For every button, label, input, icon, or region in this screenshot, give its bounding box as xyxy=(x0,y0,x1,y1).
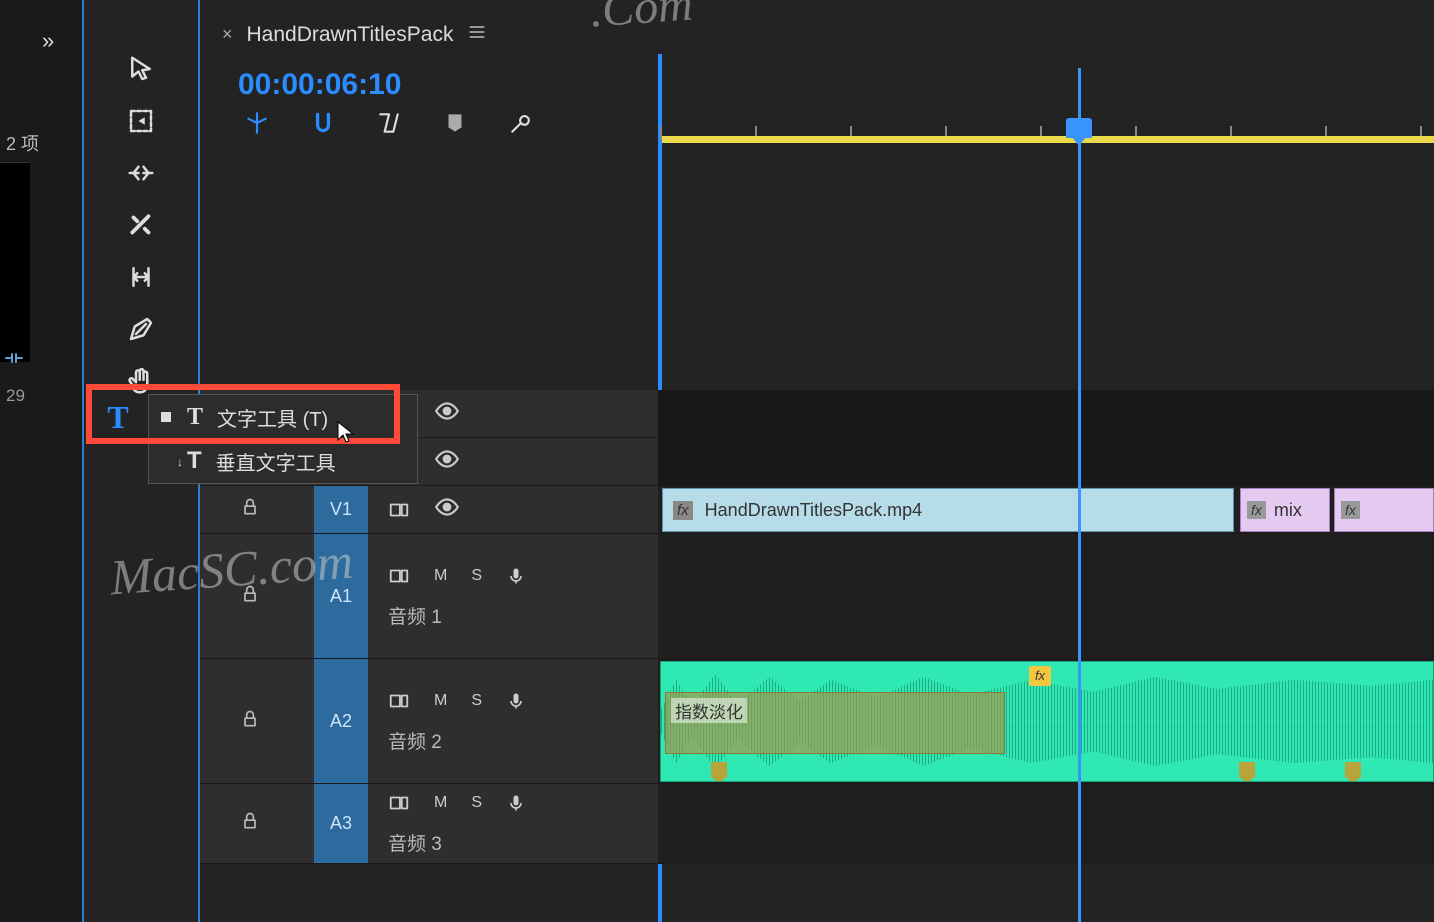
settings-icon[interactable] xyxy=(508,110,534,136)
sequence-tab[interactable]: × HandDrawnTitlesPack xyxy=(222,22,487,47)
insert-overwrite-icon[interactable] xyxy=(244,110,270,136)
video-clip-tail[interactable]: fx xyxy=(1334,488,1434,532)
track-label[interactable]: A3 xyxy=(314,784,368,863)
flyout-item-label: 垂直文字工具 xyxy=(216,447,336,476)
fx-badge[interactable]: fx xyxy=(1341,501,1360,519)
type-tool-flyout: T 文字工具 (T) ↓ T 垂直文字工具 xyxy=(148,394,418,484)
toggle-track-output-icon[interactable] xyxy=(434,494,460,526)
vertical-text-tool-icon: ↓ T xyxy=(187,447,202,475)
fx-badge[interactable]: fx xyxy=(1029,666,1051,686)
keyframe-marker-icon[interactable] xyxy=(1239,762,1255,778)
toggle-sync-icon[interactable] xyxy=(388,690,410,712)
cursor-icon xyxy=(336,420,356,449)
track-v3-body[interactable] xyxy=(658,390,1434,438)
frame-number-label: 29 xyxy=(6,386,25,406)
track-name: 音频 2 xyxy=(388,727,658,754)
work-area-bar[interactable] xyxy=(662,136,1434,143)
flyout-text-tool[interactable]: T 文字工具 (T) xyxy=(149,395,417,439)
fx-badge[interactable]: fx xyxy=(673,501,693,520)
voice-over-icon[interactable] xyxy=(506,564,526,588)
ruler-start-line xyxy=(658,54,1434,144)
track-select-forward-tool[interactable] xyxy=(118,98,164,144)
voice-over-icon[interactable] xyxy=(506,791,526,815)
flyout-vertical-text-tool[interactable]: ↓ T 垂直文字工具 xyxy=(149,439,417,483)
video-clip-mix[interactable]: fx mix xyxy=(1240,488,1330,532)
track-label[interactable]: A1 xyxy=(314,534,368,658)
toggle-sync-icon[interactable] xyxy=(388,565,410,587)
linked-selection-icon[interactable] xyxy=(376,110,402,136)
slip-tool[interactable] xyxy=(118,254,164,300)
marker-icon[interactable] xyxy=(442,110,468,136)
solo-button[interactable]: S xyxy=(471,567,482,585)
keyframe-marker-icon[interactable] xyxy=(1345,762,1361,778)
track-header-a1[interactable]: A1 M S 音频 1 xyxy=(200,534,658,659)
pen-tool[interactable] xyxy=(118,306,164,352)
mute-button[interactable]: M xyxy=(434,567,447,585)
playhead-line[interactable] xyxy=(1078,68,1081,922)
clip-name: mix xyxy=(1274,500,1302,521)
expand-panel-icon[interactable]: » xyxy=(42,28,54,54)
project-thumbnail[interactable] xyxy=(0,162,30,362)
close-tab-icon[interactable]: × xyxy=(222,24,233,45)
track-a3-body[interactable] xyxy=(658,784,1434,864)
playhead-handle[interactable] xyxy=(1066,118,1092,138)
selection-tool[interactable] xyxy=(118,46,164,92)
toggle-sync-icon[interactable] xyxy=(388,499,410,521)
timeline-toolbar xyxy=(244,110,534,136)
track-header-a3[interactable]: A3 M S 音频 3 xyxy=(200,784,658,864)
track-label[interactable]: A2 xyxy=(314,659,368,783)
snap-indicator-icon xyxy=(2,346,26,375)
active-indicator-icon xyxy=(161,412,171,422)
fx-badge[interactable]: fx xyxy=(1247,501,1266,519)
toggle-track-output-icon[interactable] xyxy=(434,446,460,478)
mute-button[interactable]: M xyxy=(434,794,447,812)
track-name: 音频 1 xyxy=(388,602,658,629)
type-tool[interactable]: T xyxy=(95,394,141,440)
snap-icon[interactable] xyxy=(310,110,336,136)
lock-track-icon[interactable] xyxy=(200,497,260,522)
toggle-sync-icon[interactable] xyxy=(388,792,410,814)
toggle-track-output-icon[interactable] xyxy=(434,398,460,430)
timecode-display[interactable]: 00:00:06:10 xyxy=(238,68,401,102)
track-header-v1[interactable]: V1 xyxy=(200,486,658,534)
voice-over-icon[interactable] xyxy=(506,689,526,713)
solo-button[interactable]: S xyxy=(471,692,482,710)
lock-track-icon[interactable] xyxy=(200,811,260,836)
keyframe-marker-icon[interactable] xyxy=(711,762,727,778)
sequence-title: HandDrawnTitlesPack xyxy=(247,23,454,47)
panel-menu-icon[interactable] xyxy=(467,22,487,47)
video-clip[interactable]: fx HandDrawnTitlesPack.mp4 xyxy=(662,488,1234,532)
item-count-label: 2 项 xyxy=(6,130,39,156)
track-a2-body[interactable]: fx 指数淡化 xyxy=(658,659,1434,784)
mute-button[interactable]: M xyxy=(434,692,447,710)
lock-track-icon[interactable] xyxy=(200,709,260,734)
razor-tool[interactable] xyxy=(118,202,164,248)
lock-track-icon[interactable] xyxy=(200,584,260,609)
track-name: 音频 3 xyxy=(388,829,658,856)
audio-clip[interactable]: fx 指数淡化 xyxy=(660,661,1434,782)
clip-name: HandDrawnTitlesPack.mp4 xyxy=(705,500,922,521)
ripple-edit-tool[interactable] xyxy=(118,150,164,196)
flyout-item-label: 文字工具 (T) xyxy=(217,403,328,432)
track-v2-body[interactable] xyxy=(658,438,1434,486)
track-label[interactable]: V1 xyxy=(314,486,368,533)
track-header-a2[interactable]: A2 M S 音频 2 xyxy=(200,659,658,784)
project-panel-collapsed: » 2 项 29 xyxy=(0,0,76,922)
fade-label: 指数淡化 xyxy=(671,698,747,723)
solo-button[interactable]: S xyxy=(471,794,482,812)
track-v1-body[interactable]: fx HandDrawnTitlesPack.mp4 fx mix fx xyxy=(658,486,1434,534)
tracks-content: fx HandDrawnTitlesPack.mp4 fx mix fx fx … xyxy=(658,390,1434,864)
text-tool-icon: T xyxy=(187,404,203,431)
track-a1-body[interactable] xyxy=(658,534,1434,659)
